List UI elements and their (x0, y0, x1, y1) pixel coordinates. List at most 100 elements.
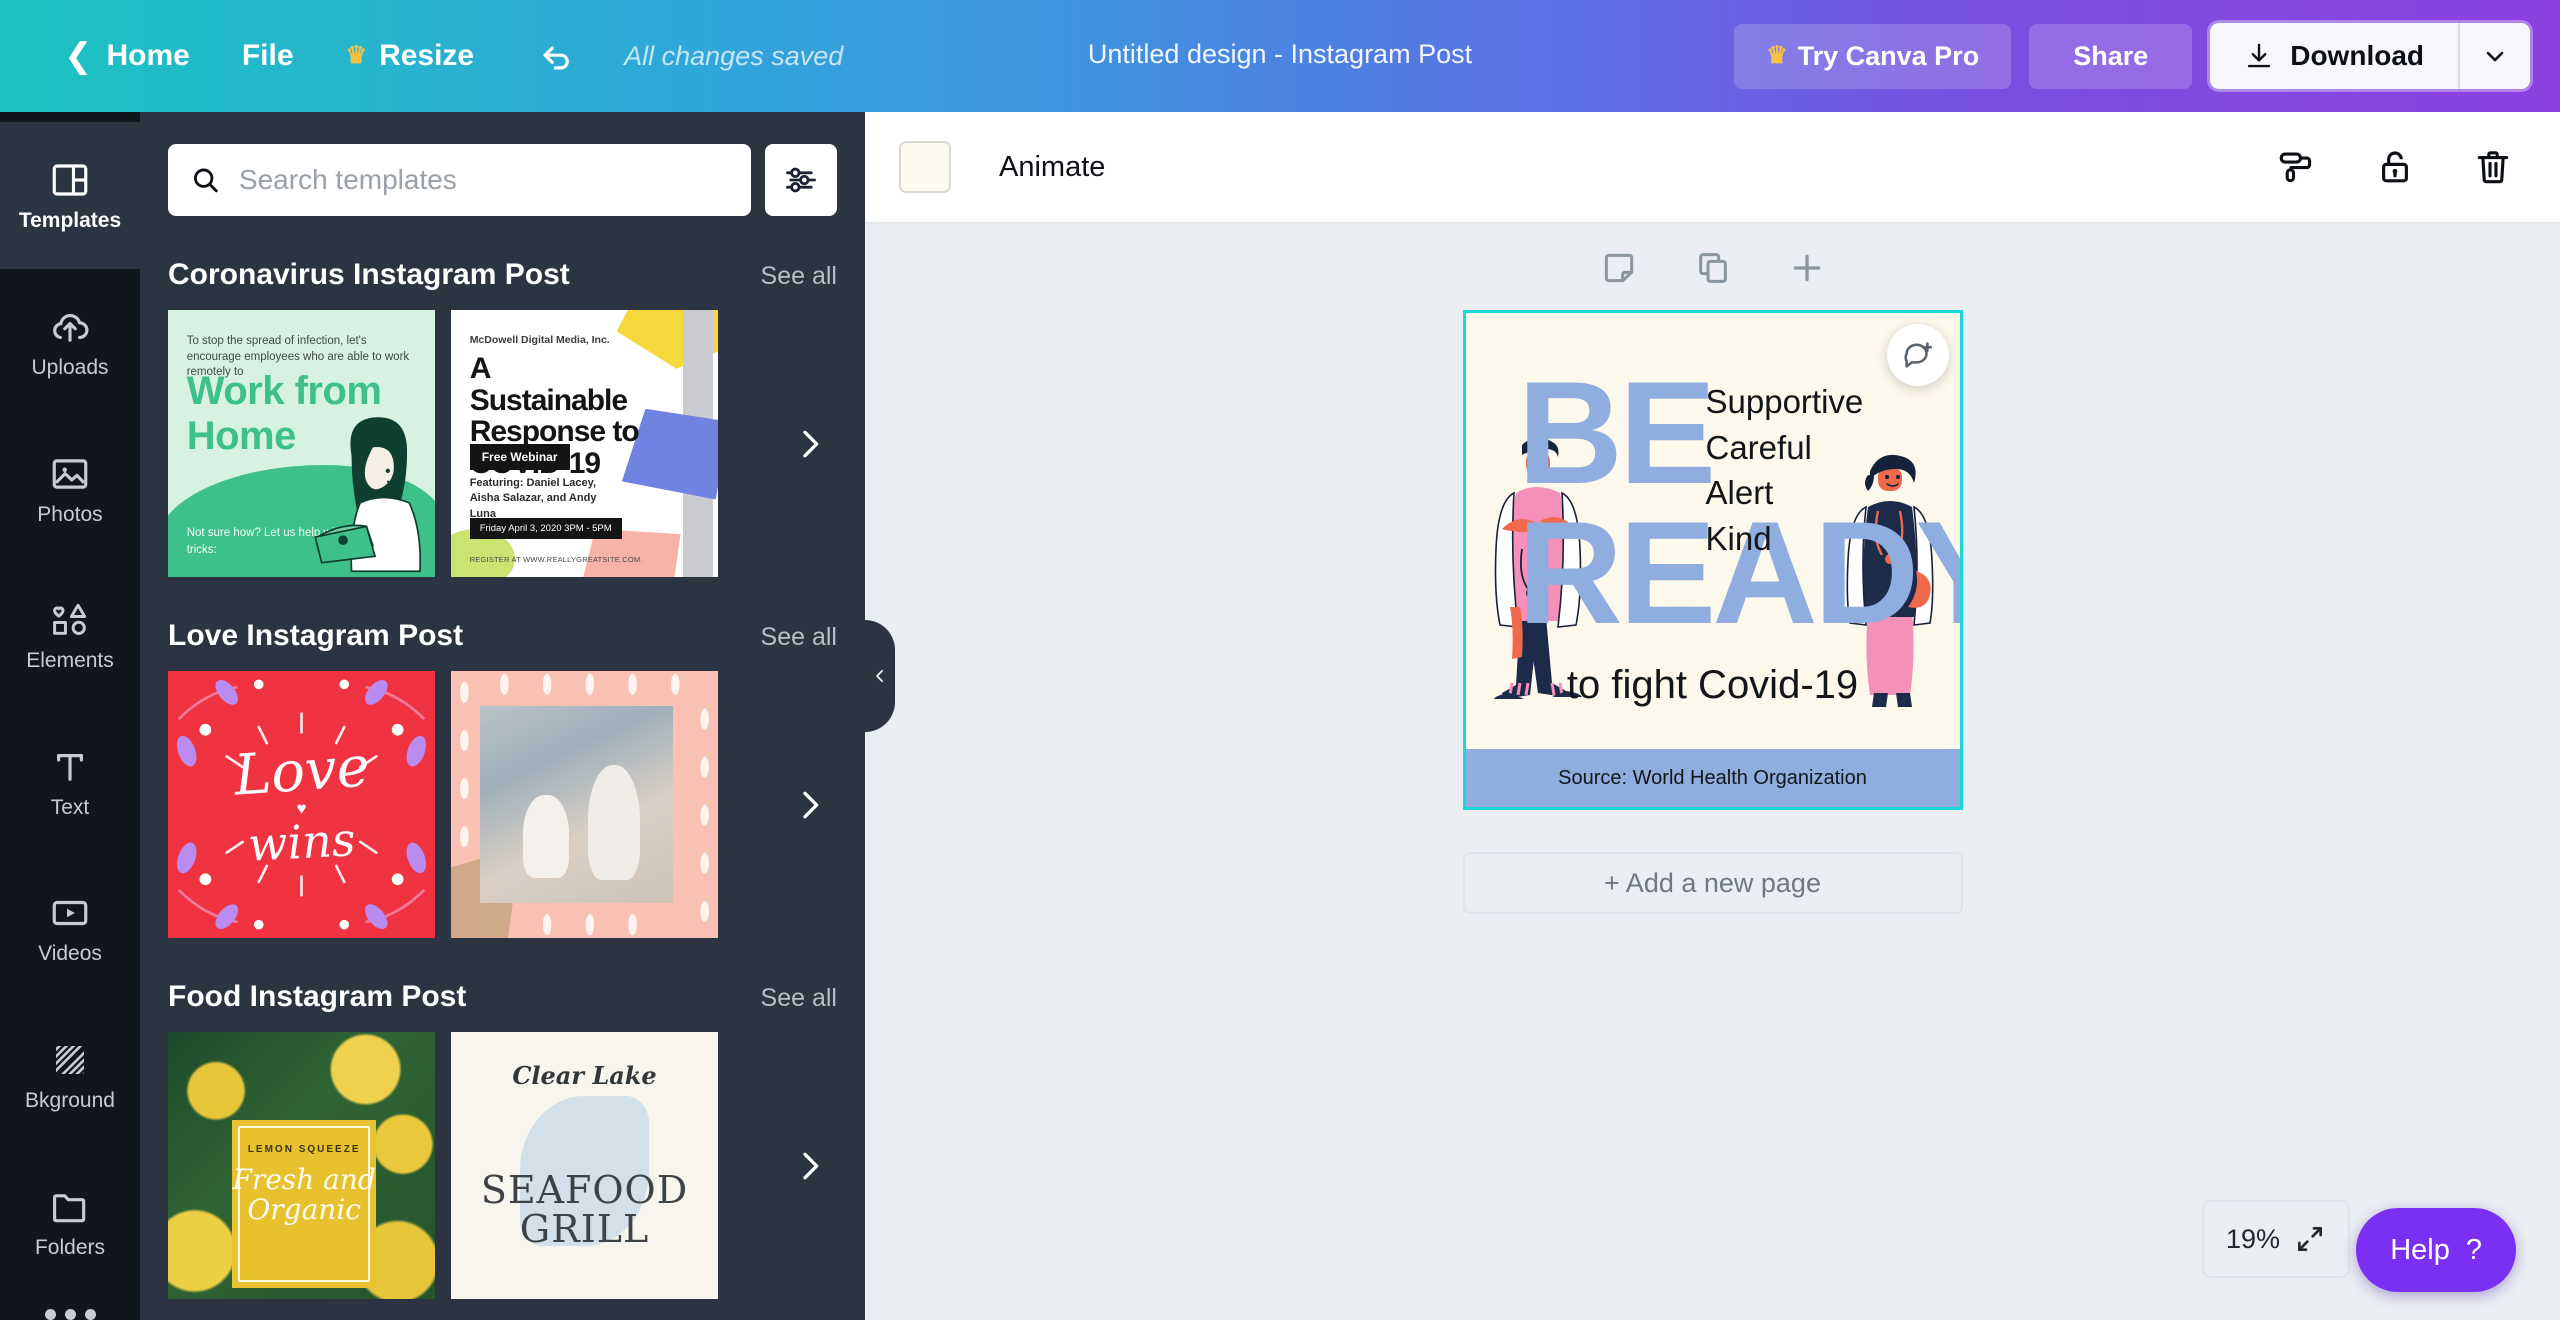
home-button[interactable]: ❮ Home (38, 29, 216, 83)
add-comment-button[interactable] (1886, 324, 1949, 386)
resize-button[interactable]: ♛ Resize (320, 29, 501, 83)
resize-label: Resize (379, 39, 475, 72)
help-label: Help (2390, 1233, 2450, 1266)
love-wins-lettering: Love ♥ wins (168, 671, 435, 938)
duplicate-page-button[interactable] (1689, 244, 1737, 292)
see-all-love[interactable]: See all (761, 623, 837, 652)
sidebar-item-text[interactable]: Text (0, 709, 140, 856)
unlocked-padlock-icon (2382, 151, 2408, 183)
question-mark-icon: ? (2465, 1233, 2482, 1266)
delete-button[interactable] (2466, 140, 2520, 194)
template-featuring: Featuring: Daniel Lacey, Aisha Salazar, … (469, 476, 597, 521)
sidebar-item-photos[interactable]: Photos (0, 415, 140, 562)
design-title[interactable]: Untitled design - Instagram Post (1088, 39, 1472, 70)
design-page[interactable]: BE READY Supportive Careful Alert Kind t… (1462, 310, 1963, 810)
template-date: Friday April 3, 2020 3PM - 5PM (469, 518, 622, 540)
home-label: Home (106, 39, 190, 72)
template-card-babies-photo[interactable] (451, 671, 718, 938)
paint-roller-icon (2279, 152, 2312, 183)
zoom-control[interactable]: 19% (2201, 1200, 2350, 1278)
more-dots-icon[interactable] (44, 1309, 96, 1320)
templates-icon (52, 164, 88, 196)
editor-toolbar-right (2270, 140, 2520, 194)
section-title: Coronavirus Instagram Post (168, 258, 570, 291)
copy-style-button[interactable] (2270, 140, 2324, 194)
search-icon (193, 168, 218, 193)
template-card-seafood-grill[interactable]: Clear Lake SEAFOOD GRILL (451, 1032, 718, 1299)
download-button-group: Download (2210, 23, 2530, 89)
child-older (588, 764, 640, 880)
template-card-work-from-home[interactable]: To stop the spread of infection, let's e… (168, 310, 435, 577)
add-page-icon-button[interactable] (1783, 244, 1831, 292)
sliders-filter-icon (786, 167, 816, 193)
download-label: Download (2290, 40, 2424, 71)
share-button[interactable]: Share (2029, 23, 2193, 89)
sidebar-label-templates: Templates (18, 209, 122, 233)
sidebar-item-uploads[interactable]: Uploads (0, 269, 140, 416)
section-header-food: Food Instagram Post See all (140, 980, 865, 1014)
children-photo (480, 705, 673, 904)
cloud-upload-icon (53, 313, 89, 342)
background-color-swatch[interactable] (899, 141, 951, 193)
search-row (140, 112, 865, 216)
notes-button[interactable] (1595, 244, 1643, 292)
image-icon (52, 458, 88, 489)
save-status: All changes saved (624, 40, 844, 71)
undo-button[interactable] (524, 23, 590, 89)
animate-button[interactable]: Animate (983, 141, 1121, 194)
template-row-coronavirus: To stop the spread of infection, let's e… (140, 310, 865, 577)
help-button[interactable]: Help ? (2356, 1208, 2516, 1292)
sidebar-item-templates[interactable]: Templates (0, 122, 140, 269)
template-card-love-wins[interactable]: Love ♥ wins (168, 671, 435, 938)
template-register: REGISTER AT WWW.REALLYGREATSITE.COM. (469, 554, 643, 564)
zoom-level-value: 19% (2225, 1223, 2280, 1254)
headline-be: BE (1517, 351, 1717, 514)
sidebar-label-text: Text (50, 795, 90, 819)
search-input[interactable] (238, 164, 729, 196)
template-card-lemon-squeeze[interactable]: LEMON SQUEEZE Fresh and Organic (168, 1032, 435, 1299)
text-t-icon (57, 753, 83, 781)
add-new-page-button[interactable]: + Add a new page (1462, 852, 1963, 914)
template-card-sustainable-response[interactable]: McDowell Digital Media, Inc. A Sustainab… (451, 310, 718, 577)
carousel-next-love[interactable] (783, 778, 837, 832)
section-title: Food Instagram Post (168, 980, 467, 1013)
video-play-icon (52, 901, 88, 926)
sidebar-label-elements: Elements (26, 649, 114, 673)
see-all-coronavirus[interactable]: See all (761, 262, 837, 291)
sidebar-label-videos: Videos (38, 942, 102, 966)
download-arrow-icon (2248, 43, 2271, 68)
try-canva-pro-button[interactable]: ♛ Try Canva Pro (1734, 23, 2012, 89)
download-button[interactable]: Download (2210, 23, 2458, 89)
chevron-left-icon: ❮ (64, 37, 93, 75)
try-pro-label: Try Canva Pro (1797, 40, 1980, 71)
plus-icon (1793, 254, 1820, 282)
page-tools-bar (1595, 244, 1831, 292)
sidebar-item-videos[interactable]: Videos (0, 855, 140, 1002)
template-pill: Free Webinar (469, 443, 570, 470)
sidebar-item-background[interactable]: Bkground (0, 1002, 140, 1149)
search-filter-button[interactable] (765, 144, 837, 216)
design-page-wrapper: BE READY Supportive Careful Alert Kind t… (1462, 310, 1963, 810)
carousel-next-coronavirus[interactable] (783, 417, 837, 471)
chevron-down-icon (2486, 51, 2504, 62)
file-menu-button[interactable]: File (216, 29, 320, 83)
templates-panel: Coronavirus Instagram Post See all To st… (140, 112, 865, 1320)
lock-button[interactable] (2368, 140, 2422, 194)
hatch-pattern-icon (56, 1046, 84, 1075)
sidebar-item-elements[interactable]: Elements (0, 562, 140, 709)
carousel-next-food[interactable] (783, 1139, 837, 1193)
template-kicker: LEMON SQUEEZE (247, 1144, 361, 1156)
keyword-supportive: Supportive (1705, 383, 1864, 420)
sidebar-item-folders[interactable]: Folders (0, 1148, 140, 1295)
template-title: Fresh and Organic (232, 1163, 376, 1226)
search-box[interactable] (168, 144, 751, 216)
see-all-food[interactable]: See all (761, 984, 837, 1013)
topbar-right-group: ♛ Try Canva Pro Share Download (1734, 23, 2560, 89)
chevron-right-icon (803, 1152, 819, 1179)
source-band: Source: World Health Organization (1465, 749, 1960, 807)
duplicate-page-icon (1698, 253, 1727, 283)
panel-collapse-handle[interactable] (865, 620, 895, 732)
download-options-button[interactable] (2458, 23, 2530, 89)
sticky-note-icon (1604, 253, 1633, 283)
love-word: Love (231, 733, 372, 809)
